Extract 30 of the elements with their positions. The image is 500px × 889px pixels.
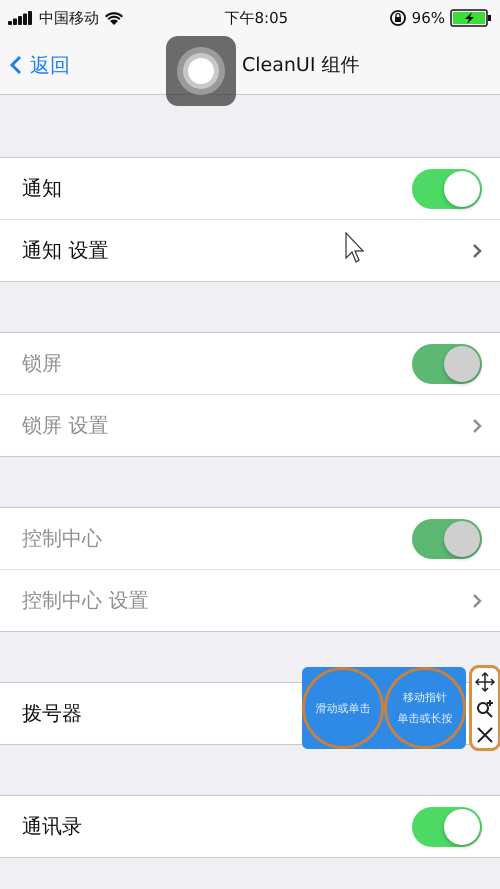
back-button[interactable]: 返回	[0, 52, 80, 78]
battery-percent: 96%	[412, 9, 445, 27]
signal-icon	[8, 11, 34, 25]
rotation-lock-icon	[388, 9, 407, 27]
floating-action-button[interactable]: 滑动或单击	[302, 667, 384, 749]
chevron-left-icon	[10, 55, 22, 75]
zoom-in-icon[interactable]	[475, 698, 495, 719]
toggle-switch[interactable]	[412, 168, 482, 208]
floating-action-button[interactable]: 移动指针 单击或长按	[384, 667, 466, 749]
row-label: 控制中心 设置	[22, 587, 148, 614]
row-label: 通知	[22, 175, 62, 202]
wifi-icon	[104, 11, 124, 25]
toggle-switch[interactable]	[412, 806, 482, 846]
move-icon[interactable]	[475, 672, 495, 692]
clock-time: 下午8:05	[224, 8, 288, 28]
page-title: CleanUI 组件	[242, 53, 360, 78]
chevron-right-icon	[472, 592, 482, 608]
row-label: 拨号器	[22, 700, 82, 727]
assistive-touch-button[interactable]	[166, 36, 236, 106]
row-label: 锁屏	[22, 350, 62, 377]
carrier-name: 中国移动	[39, 8, 99, 28]
row-label: 通知 设置	[22, 237, 108, 264]
battery-charging-icon	[450, 9, 492, 27]
chevron-right-icon	[472, 418, 482, 434]
close-icon[interactable]	[476, 726, 494, 744]
row-label: 控制中心	[22, 525, 102, 552]
chevron-right-icon	[472, 242, 482, 258]
row-label: 通讯录	[22, 813, 82, 840]
mouse-cursor-icon	[344, 232, 364, 264]
row-label: 锁屏 设置	[22, 412, 108, 439]
